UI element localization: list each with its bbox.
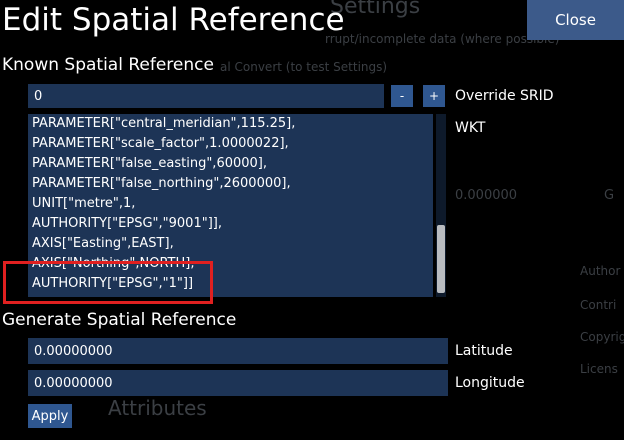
wkt-line: PARAMETER["scale_factor",1.0000022],	[32, 136, 289, 151]
srid-increment-button[interactable]: +	[423, 85, 445, 107]
longitude-input[interactable]: 0.00000000	[28, 370, 448, 396]
latitude-input[interactable]: 0.00000000	[28, 338, 448, 364]
wkt-line: PARAMETER["false_northing",2600000],	[32, 176, 291, 191]
known-section-label: Known Spatial Reference	[2, 55, 214, 75]
wkt-line: PARAMETER["false_easting",60000],	[32, 156, 268, 171]
bg-value-2: G	[604, 188, 615, 203]
dialog-title: Edit Spatial Reference	[2, 2, 345, 38]
wkt-line: AUTHORITY["EPSG","9001"]],	[32, 216, 222, 231]
bg-side-4: Licens	[580, 362, 618, 376]
bg-attributes: Attributes	[108, 396, 207, 420]
wkt-label: WKT	[455, 120, 486, 136]
longitude-label: Longitude	[455, 375, 525, 391]
generate-section-label: Generate Spatial Reference	[2, 310, 237, 330]
wkt-line: AXIS["Easting",EAST],	[32, 236, 174, 251]
bg-side-3: Copyrig	[580, 330, 624, 344]
bg-side-2: Contri	[580, 298, 617, 312]
latitude-label: Latitude	[455, 343, 513, 359]
bg-line-2: al Convert (to test Settings)	[220, 60, 388, 74]
highlight-box	[3, 261, 213, 304]
wkt-scrollbar-thumb[interactable]	[437, 225, 445, 293]
override-srid-label: Override SRID	[455, 88, 554, 104]
srid-input[interactable]: 0	[28, 84, 384, 108]
bg-side-1: Author	[580, 264, 621, 278]
srid-decrement-button[interactable]: -	[391, 85, 413, 107]
apply-button[interactable]: Apply	[28, 404, 72, 428]
wkt-line: PARAMETER["central_meridian",115.25],	[32, 116, 296, 131]
wkt-line: UNIT["metre",1,	[32, 196, 136, 211]
bg-value-1: 0.000000	[455, 188, 518, 203]
bg-line-1: rrupt/incomplete data (where possible)	[325, 32, 560, 46]
close-button[interactable]: Close	[527, 0, 624, 40]
